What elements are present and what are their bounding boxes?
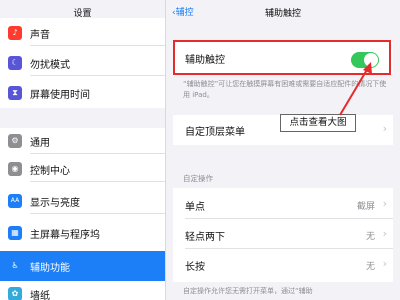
sidebar-item-accessibility[interactable]: ♿ 辅助功能 [0, 251, 165, 281]
sidebar-group-2: ⚙ 通用 ◉ 控制中心 AA 显示与亮度 ▦ 主屏幕与程序坞 ♿ 辅助功能 ✿ … [0, 128, 165, 300]
action-row-single-tap[interactable]: 单点 截屏 › [173, 191, 393, 219]
action-label: 单点 [185, 202, 205, 213]
gear-icon: ⚙ [8, 134, 22, 148]
sidebar-item-label: 主屏幕与程序坞 [30, 230, 100, 241]
sidebar-item-general[interactable]: ⚙ 通用 [0, 128, 165, 154]
page-title: 辅助触控 [264, 9, 301, 19]
highlight-box [173, 40, 391, 75]
sidebar-item-wallpaper[interactable]: ✿ 墙纸 [0, 281, 165, 300]
sidebar-group-1: ♪ 声音 ☾ 勿扰模式 ⧗ 屏幕使用时间 [0, 18, 165, 108]
sidebar-item-home-dock[interactable]: ▦ 主屏幕与程序坞 [0, 220, 165, 246]
chevron-right-icon: › [382, 257, 387, 270]
action-label: 轻点两下 [185, 232, 225, 243]
custom-actions-footer: 自定操作允许您无需打开菜单，通过“辅助 [183, 287, 313, 295]
assistive-touch-description: “辅助触控”可让您在触摸屏幕有困难或需要自适应配件的情况下使用 iPad。 [183, 80, 387, 99]
sidebar-item-control-center[interactable]: ◉ 控制中心 [0, 156, 165, 182]
action-row-long-press[interactable]: 长按 无 › [173, 251, 393, 279]
sidebar-item-sound[interactable]: ♪ 声音 [0, 20, 165, 46]
sidebar-item-display[interactable]: AA 显示与亮度 [0, 188, 165, 214]
sidebar-item-dnd[interactable]: ☾ 勿扰模式 [0, 50, 165, 76]
chevron-right-icon: › [382, 122, 387, 135]
toggles-icon: ◉ [8, 162, 22, 176]
nav-bar: ‹辅控 辅助触控 [166, 0, 400, 24]
sidebar-item-label: 声音 [30, 30, 50, 41]
speaker-icon: ♪ [8, 26, 22, 40]
settings-sidebar: 设置 ♪ 声音 ☾ 勿扰模式 ⧗ 屏幕使用时间 ⚙ 通用 ◉ 控制中心 AA 显… [0, 0, 166, 300]
chevron-right-icon: › [382, 197, 387, 210]
sidebar-item-label: 控制中心 [30, 166, 70, 177]
chevron-right-icon: › [382, 227, 387, 240]
action-value: 无 [365, 232, 375, 242]
action-label: 长按 [185, 262, 205, 273]
custom-actions-card: 单点 截屏 › 轻点两下 无 › 长按 无 › [173, 188, 393, 282]
display-icon: AA [8, 194, 22, 208]
screen: 设置 ♪ 声音 ☾ 勿扰模式 ⧗ 屏幕使用时间 ⚙ 通用 ◉ 控制中心 AA 显… [0, 0, 400, 300]
accessibility-icon: ♿ [8, 259, 22, 273]
grid-icon: ▦ [8, 226, 22, 240]
action-value: 无 [365, 262, 375, 272]
custom-actions-header: 自定操作 [183, 174, 213, 183]
action-row-double-tap[interactable]: 轻点两下 无 › [173, 221, 393, 249]
sidebar-item-label: 辅助功能 [30, 263, 70, 274]
sidebar-item-screen-time[interactable]: ⧗ 屏幕使用时间 [0, 80, 165, 106]
sidebar-item-label: 屏幕使用时间 [30, 90, 90, 101]
flower-icon: ✿ [8, 287, 22, 300]
sidebar-item-label: 通用 [30, 138, 50, 149]
detail-pane: ‹辅控 辅助触控 辅助触控 “辅助触控”可让您在触摸屏幕有困难或需要自适应配件的… [166, 0, 400, 300]
hourglass-icon: ⧗ [8, 86, 22, 100]
sidebar-item-label: 显示与亮度 [30, 198, 80, 209]
action-value: 截屏 [356, 202, 375, 212]
moon-icon: ☾ [8, 56, 22, 70]
sidebar-item-label: 墙纸 [30, 291, 50, 300]
customize-top-menu-label: 自定顶层菜单 [185, 127, 245, 138]
view-large-image-tooltip[interactable]: 点击查看大图 [280, 114, 356, 132]
sidebar-item-label: 勿扰模式 [30, 60, 70, 71]
